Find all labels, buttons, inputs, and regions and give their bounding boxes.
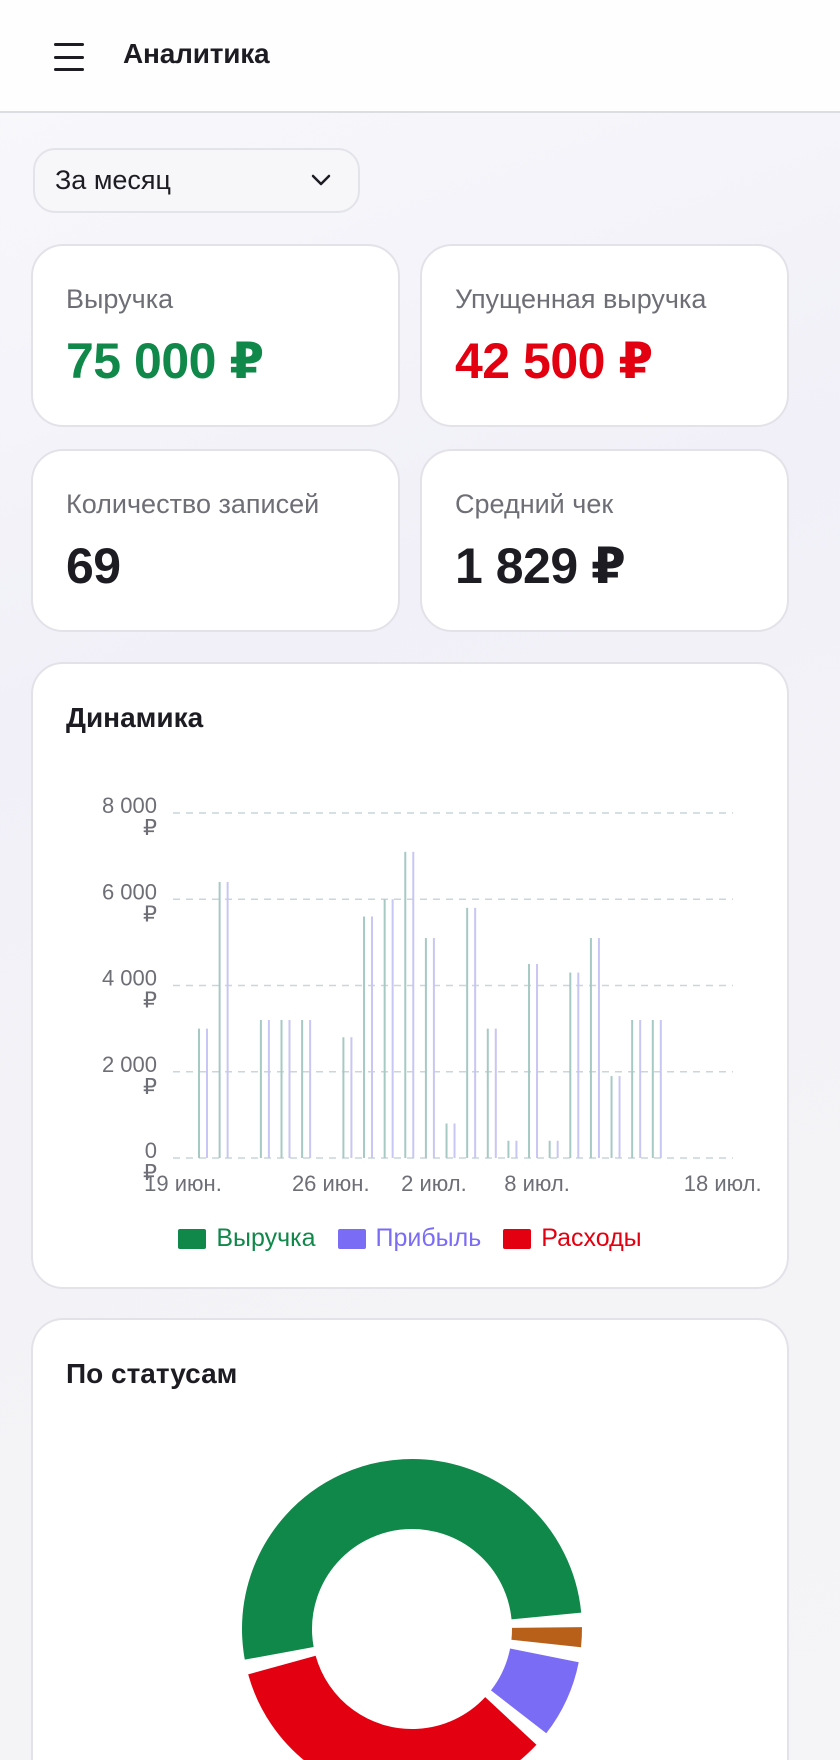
bar-revenue	[383, 899, 386, 1158]
stat-value: 69	[66, 538, 121, 594]
bar-profit	[577, 972, 580, 1158]
stat-label: Количество записей	[66, 489, 320, 519]
bar-profit	[618, 1076, 621, 1158]
status-donut-chart	[242, 1459, 582, 1760]
bar-profit	[453, 1123, 456, 1158]
bar-profit	[536, 963, 539, 1158]
chevron-down-icon	[311, 174, 331, 186]
stat-card-records-count: Количество записей 69	[31, 449, 400, 632]
legend-label: Выручка	[216, 1224, 316, 1252]
bar-revenue	[445, 1123, 448, 1158]
bar-revenue	[548, 1140, 551, 1158]
bar-profit	[288, 1020, 291, 1158]
y-tick-label: 8 000 ₽	[102, 793, 157, 840]
bar-profit	[556, 1140, 559, 1158]
donut-group	[242, 1459, 582, 1760]
legend-item-expenses[interactable]: Расходы	[503, 1224, 642, 1253]
stat-card-average-check: Средний чек 1 829 ₽	[420, 449, 789, 632]
legend-swatch	[337, 1228, 366, 1249]
bar-revenue	[466, 907, 469, 1158]
bar-revenue	[528, 963, 531, 1158]
bar-profit	[206, 1028, 208, 1158]
bar-revenue	[569, 972, 572, 1158]
bar-revenue	[486, 1028, 489, 1158]
bar-profit	[597, 938, 600, 1158]
x-tick-label: 26 июн.	[292, 1171, 370, 1196]
y-tick-label: 2 000 ₽	[102, 1052, 157, 1099]
bar-revenue	[589, 938, 592, 1158]
bar-profit	[226, 882, 229, 1158]
y-tick-label: 4 000 ₽	[102, 966, 157, 1013]
bar-revenue	[507, 1140, 510, 1158]
legend-swatch	[178, 1228, 207, 1249]
legend-swatch	[503, 1228, 532, 1249]
stat-label: Средний чек	[455, 489, 614, 519]
x-tick-label: 18 июл.	[684, 1171, 762, 1196]
stat-value: 1 829 ₽	[455, 538, 626, 594]
legend-label: Прибыль	[375, 1224, 482, 1252]
dynamics-card: Динамика 0 ₽2 000 ₽4 000 ₽6 000 ₽8 000 ₽19 ию…	[31, 662, 789, 1289]
bar-profit	[659, 1020, 662, 1158]
bar-profit	[350, 1037, 353, 1158]
legend-item-profit[interactable]: Прибыль	[337, 1224, 482, 1253]
bar-revenue	[218, 882, 221, 1158]
bar-revenue	[259, 1020, 262, 1158]
bar-revenue	[342, 1037, 345, 1158]
bar-profit	[474, 907, 477, 1158]
bar-profit	[309, 1020, 312, 1158]
bar-profit	[515, 1140, 518, 1158]
x-tick-label: 8 июл.	[504, 1171, 570, 1196]
hamburger-icon[interactable]	[54, 43, 84, 71]
chart-legend: Выручка Прибыль Расходы	[33, 1224, 787, 1253]
x-tick-label: 2 июл.	[401, 1171, 467, 1196]
stat-card-revenue: Выручка 75 000 ₽	[31, 244, 400, 427]
bar-revenue	[631, 1020, 634, 1158]
bar-profit	[391, 899, 394, 1158]
dynamics-chart: 0 ₽2 000 ₽4 000 ₽6 000 ₽8 000 ₽19 июн. 26 июн.…	[102, 793, 762, 1196]
bar-revenue	[363, 916, 366, 1158]
bar-profit	[432, 938, 435, 1158]
stat-value: 75 000 ₽	[66, 333, 264, 389]
bar-profit	[371, 916, 374, 1158]
bar-revenue	[651, 1020, 654, 1158]
bar-revenue	[301, 1020, 304, 1158]
bar-revenue	[404, 851, 407, 1158]
x-tick-label: 19 июн.	[144, 1171, 222, 1196]
legend-label: Расходы	[541, 1224, 642, 1252]
bar-revenue	[424, 938, 427, 1158]
stat-label: Упущенная выручка	[455, 284, 707, 314]
page-title: Аналитика	[123, 38, 270, 69]
bar-revenue	[280, 1020, 283, 1158]
top-bar: Аналитика	[0, 0, 840, 113]
bar-profit	[494, 1028, 497, 1158]
period-select[interactable]: За месяц	[33, 148, 360, 213]
y-tick-label: 6 000 ₽	[102, 879, 157, 926]
bar-profit	[267, 1020, 270, 1158]
bar-revenue	[198, 1028, 200, 1158]
stat-card-lost-revenue: Упущенная выручка 42 500 ₽	[420, 244, 789, 427]
legend-item-revenue[interactable]: Выручка	[178, 1224, 316, 1253]
stat-label: Выручка	[66, 284, 174, 314]
bar-profit	[639, 1020, 642, 1158]
bar-profit	[412, 851, 415, 1158]
period-select-value: За месяц	[55, 165, 171, 195]
bar-revenue	[610, 1076, 613, 1158]
statuses-card: По статусам	[31, 1318, 789, 1760]
stat-value: 42 500 ₽	[455, 333, 653, 389]
